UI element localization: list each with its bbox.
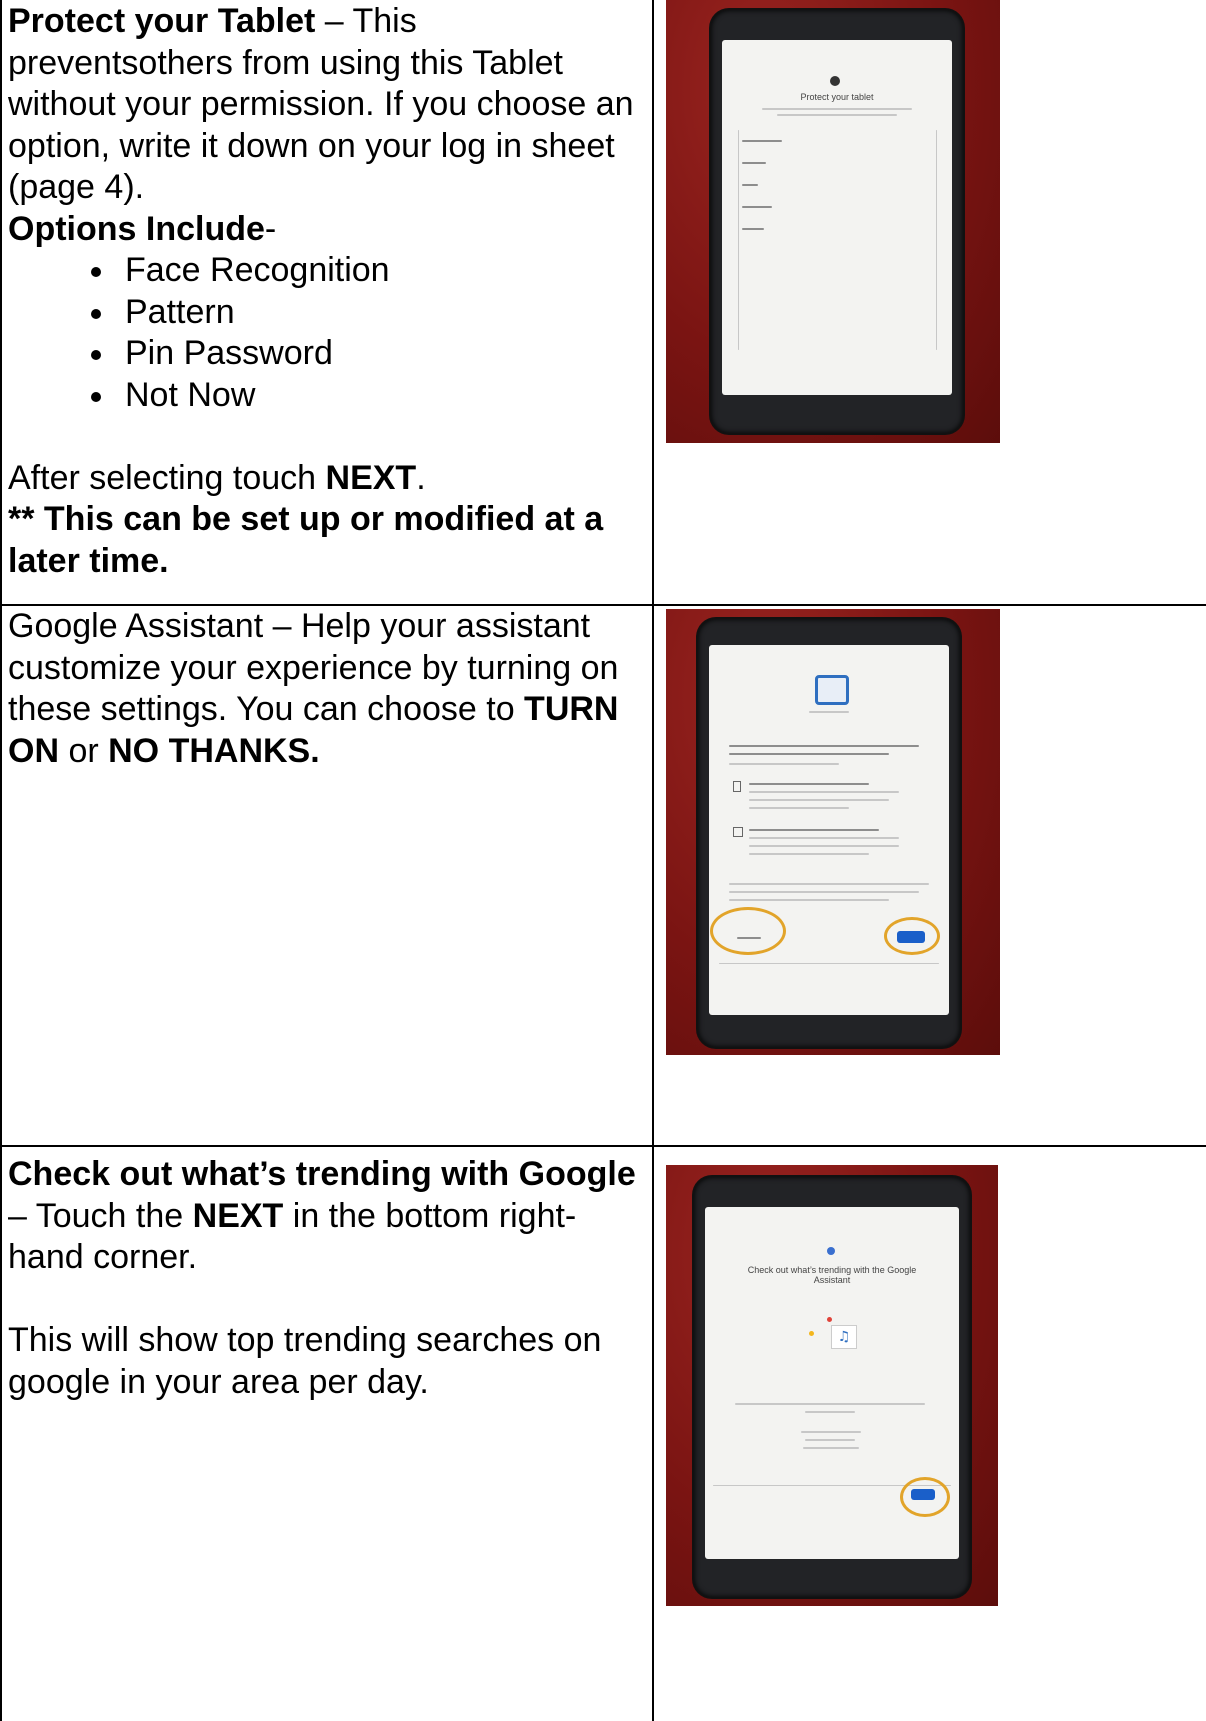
screen-text-line xyxy=(749,853,869,855)
setup-note: ** This can be set up or modified at a l… xyxy=(8,499,648,582)
screen-text-line xyxy=(729,745,919,747)
screen-text-line xyxy=(749,829,879,831)
tablet-screen xyxy=(709,645,949,1015)
screen-text-line xyxy=(749,783,869,785)
lock-icon xyxy=(830,76,840,86)
turn-on-highlight-ring xyxy=(884,917,940,955)
list-item: Not Now xyxy=(91,375,648,417)
options-heading-line: Options Include- xyxy=(8,209,648,251)
screen-text-line xyxy=(805,1411,855,1413)
option-line xyxy=(742,140,782,142)
table-column-divider xyxy=(652,0,654,1721)
screen-footer-line xyxy=(719,963,939,964)
trending-description: This will show top trending searches on … xyxy=(8,1321,602,1401)
screen-text-line xyxy=(803,1447,859,1449)
tablet-device xyxy=(698,619,960,1047)
tablet-screen: Protect your tablet xyxy=(722,40,952,395)
screen-text-line xyxy=(801,1431,861,1433)
setup-note-text: ** This can be set up or modified at a l… xyxy=(8,500,604,580)
setting-icon xyxy=(733,827,743,837)
protect-tablet-heading: Protect your Tablet xyxy=(8,2,316,40)
screen-frame-line xyxy=(738,130,739,350)
screen-text-line xyxy=(749,807,849,809)
option-line xyxy=(742,206,772,208)
google-assistant-paragraph: Google Assistant – Help your assistant c… xyxy=(8,606,648,772)
after-prefix: After selecting touch xyxy=(8,458,326,497)
row-divider-2 xyxy=(0,1145,1206,1147)
screen-text-line xyxy=(749,845,899,847)
screen-text-line xyxy=(735,1403,925,1405)
assistant-icon xyxy=(815,675,849,705)
list-item: Pin Password xyxy=(91,333,648,375)
option-line xyxy=(742,228,764,230)
setting-icon xyxy=(733,781,741,792)
option-line xyxy=(742,184,758,186)
list-item: Face Recognition xyxy=(91,250,648,292)
tablet-device: Check out what’s trending with the Googl… xyxy=(694,1177,970,1597)
row-2-text: Google Assistant – Help your assistant c… xyxy=(8,606,648,772)
screen-text-line xyxy=(749,837,899,839)
after-selecting-line: After selecting touch NEXT. xyxy=(8,458,648,500)
row-1-text: Protect your Tablet – This preventsother… xyxy=(8,1,648,582)
no-thanks-keyword: NO THANKS. xyxy=(108,731,320,770)
protect-tablet-photo: Protect your tablet xyxy=(666,0,1000,443)
decor-dot-yellow xyxy=(809,1331,814,1336)
screen-title: Check out what’s trending with the Googl… xyxy=(747,1265,917,1285)
trending-intro: Check out what’s trending with Google – … xyxy=(8,1154,648,1279)
screen-text-line xyxy=(777,114,897,116)
list-item: Pattern xyxy=(91,292,648,334)
music-note-icon: ♫ xyxy=(831,1325,857,1349)
screen-text-line xyxy=(729,753,889,755)
or-text: or xyxy=(59,731,109,770)
table-left-border xyxy=(0,0,2,1721)
after-suffix: . xyxy=(416,458,426,497)
screen-text-line xyxy=(762,108,912,110)
options-list: Face Recognition Pattern Pin Password No… xyxy=(8,250,648,416)
decor-dot-red xyxy=(827,1317,832,1322)
options-heading: Options Include xyxy=(8,209,265,248)
row-3-text: Check out what’s trending with Google – … xyxy=(8,1154,648,1403)
assistant-dots-icon xyxy=(827,1247,835,1255)
next-keyword: NEXT xyxy=(192,1196,284,1235)
screen-text-line xyxy=(729,891,919,893)
screen-text-line xyxy=(805,1439,855,1441)
screen-frame-line xyxy=(936,130,937,350)
trending-photo: Check out what’s trending with the Googl… xyxy=(666,1165,998,1606)
screen-text-line xyxy=(729,883,929,885)
screen-text-line xyxy=(749,799,889,801)
row-1-intro: Protect your Tablet – This preventsother… xyxy=(8,1,648,209)
screen-text-line xyxy=(729,763,839,765)
screen-title: Protect your tablet xyxy=(800,92,874,102)
next-keyword: NEXT xyxy=(325,458,417,497)
options-dash: - xyxy=(264,209,277,248)
trending-heading: Check out what’s trending with Google xyxy=(8,1155,636,1193)
option-line xyxy=(742,162,766,164)
tablet-device: Protect your tablet xyxy=(711,10,963,433)
trending-text-1: – Touch the xyxy=(8,1196,193,1235)
screen-text-line xyxy=(809,711,849,713)
google-assistant-photo xyxy=(666,609,1000,1055)
screen-text-line xyxy=(729,899,889,901)
next-highlight-ring xyxy=(900,1477,950,1517)
screen-text-line xyxy=(749,791,899,793)
no-thanks-highlight-ring xyxy=(710,907,786,955)
